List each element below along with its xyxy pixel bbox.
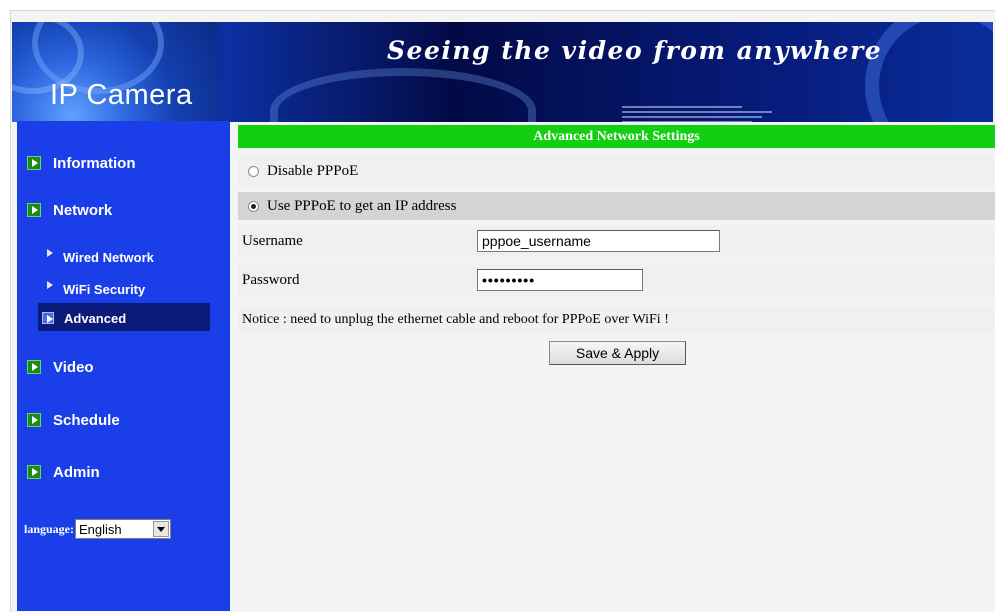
disable-pppoe-radio[interactable]: [248, 165, 259, 177]
sidebar-item-information[interactable]: Information: [27, 150, 136, 176]
sidebar-item-network[interactable]: Network: [27, 197, 112, 223]
arrow-right-icon: [47, 281, 53, 289]
sidebar-subitem-wifi-security[interactable]: WiFi Security: [47, 278, 145, 300]
sidebar-item-label: Admin: [53, 463, 100, 481]
disable-pppoe-label: Disable PPPoE: [267, 162, 359, 179]
use-pppoe-radio[interactable]: [248, 200, 259, 212]
username-row: Username pppoe_username: [238, 225, 995, 257]
sidebar-item-schedule[interactable]: Schedule: [27, 407, 120, 433]
sidebar: Information Network Wired Network WiFi S…: [17, 121, 230, 611]
language-selector: language: English: [24, 519, 172, 539]
sidebar-item-label: Network: [53, 201, 113, 219]
password-label: Password: [242, 271, 300, 288]
banner-slogan: Seeing the video from anywhere: [387, 36, 883, 65]
sidebar-subitem-advanced[interactable]: Advanced: [42, 307, 126, 329]
chevron-down-icon[interactable]: [153, 521, 170, 537]
language-label: language:: [24, 521, 75, 536]
app-title: IP Camera: [50, 79, 193, 111]
sidebar-item-label: Video: [53, 358, 94, 376]
language-select[interactable]: English: [75, 519, 172, 539]
password-field[interactable]: •••••••••: [477, 269, 643, 291]
arrow-right-icon: [47, 249, 53, 257]
arrow-right-icon: [42, 312, 54, 324]
sidebar-item-video[interactable]: Video: [27, 354, 94, 380]
use-pppoe-label: Use PPPoE to get an IP address: [267, 197, 457, 214]
page-title: Advanced Network Settings: [238, 125, 995, 148]
option-disable-pppoe-row[interactable]: Disable PPPoE: [238, 155, 995, 187]
green-play-icon: [27, 465, 41, 479]
sidebar-item-label: Schedule: [53, 411, 120, 429]
save-apply-button[interactable]: Save & Apply: [549, 341, 686, 365]
username-label: Username: [242, 232, 303, 249]
green-play-icon: [27, 203, 41, 217]
sidebar-item-admin[interactable]: Admin: [27, 459, 100, 485]
sidebar-subitem-label: WiFi Security: [63, 281, 146, 297]
banner-fine-print: [622, 106, 772, 122]
green-play-icon: [27, 156, 41, 170]
notice-row: Notice : need to unplug the ethernet cab…: [238, 307, 995, 333]
banner: IP Camera Seeing the video from anywhere: [12, 22, 993, 122]
password-row: Password •••••••••: [238, 264, 995, 296]
notice-text: Notice : need to unplug the ethernet cab…: [242, 312, 669, 327]
option-use-pppoe-row[interactable]: Use PPPoE to get an IP address: [238, 192, 995, 220]
language-value: English: [79, 521, 122, 537]
sidebar-subitem-label: Advanced: [64, 310, 127, 326]
sidebar-subitem-label: Wired Network: [63, 249, 154, 265]
banner-photo-decoration: [270, 68, 536, 122]
green-play-icon: [27, 360, 41, 374]
green-play-icon: [27, 413, 41, 427]
sidebar-subitem-wired-network[interactable]: Wired Network: [47, 246, 154, 268]
sidebar-item-label: Information: [53, 154, 136, 172]
username-field[interactable]: pppoe_username: [477, 230, 720, 252]
banner-ring-decoration: [865, 22, 993, 122]
